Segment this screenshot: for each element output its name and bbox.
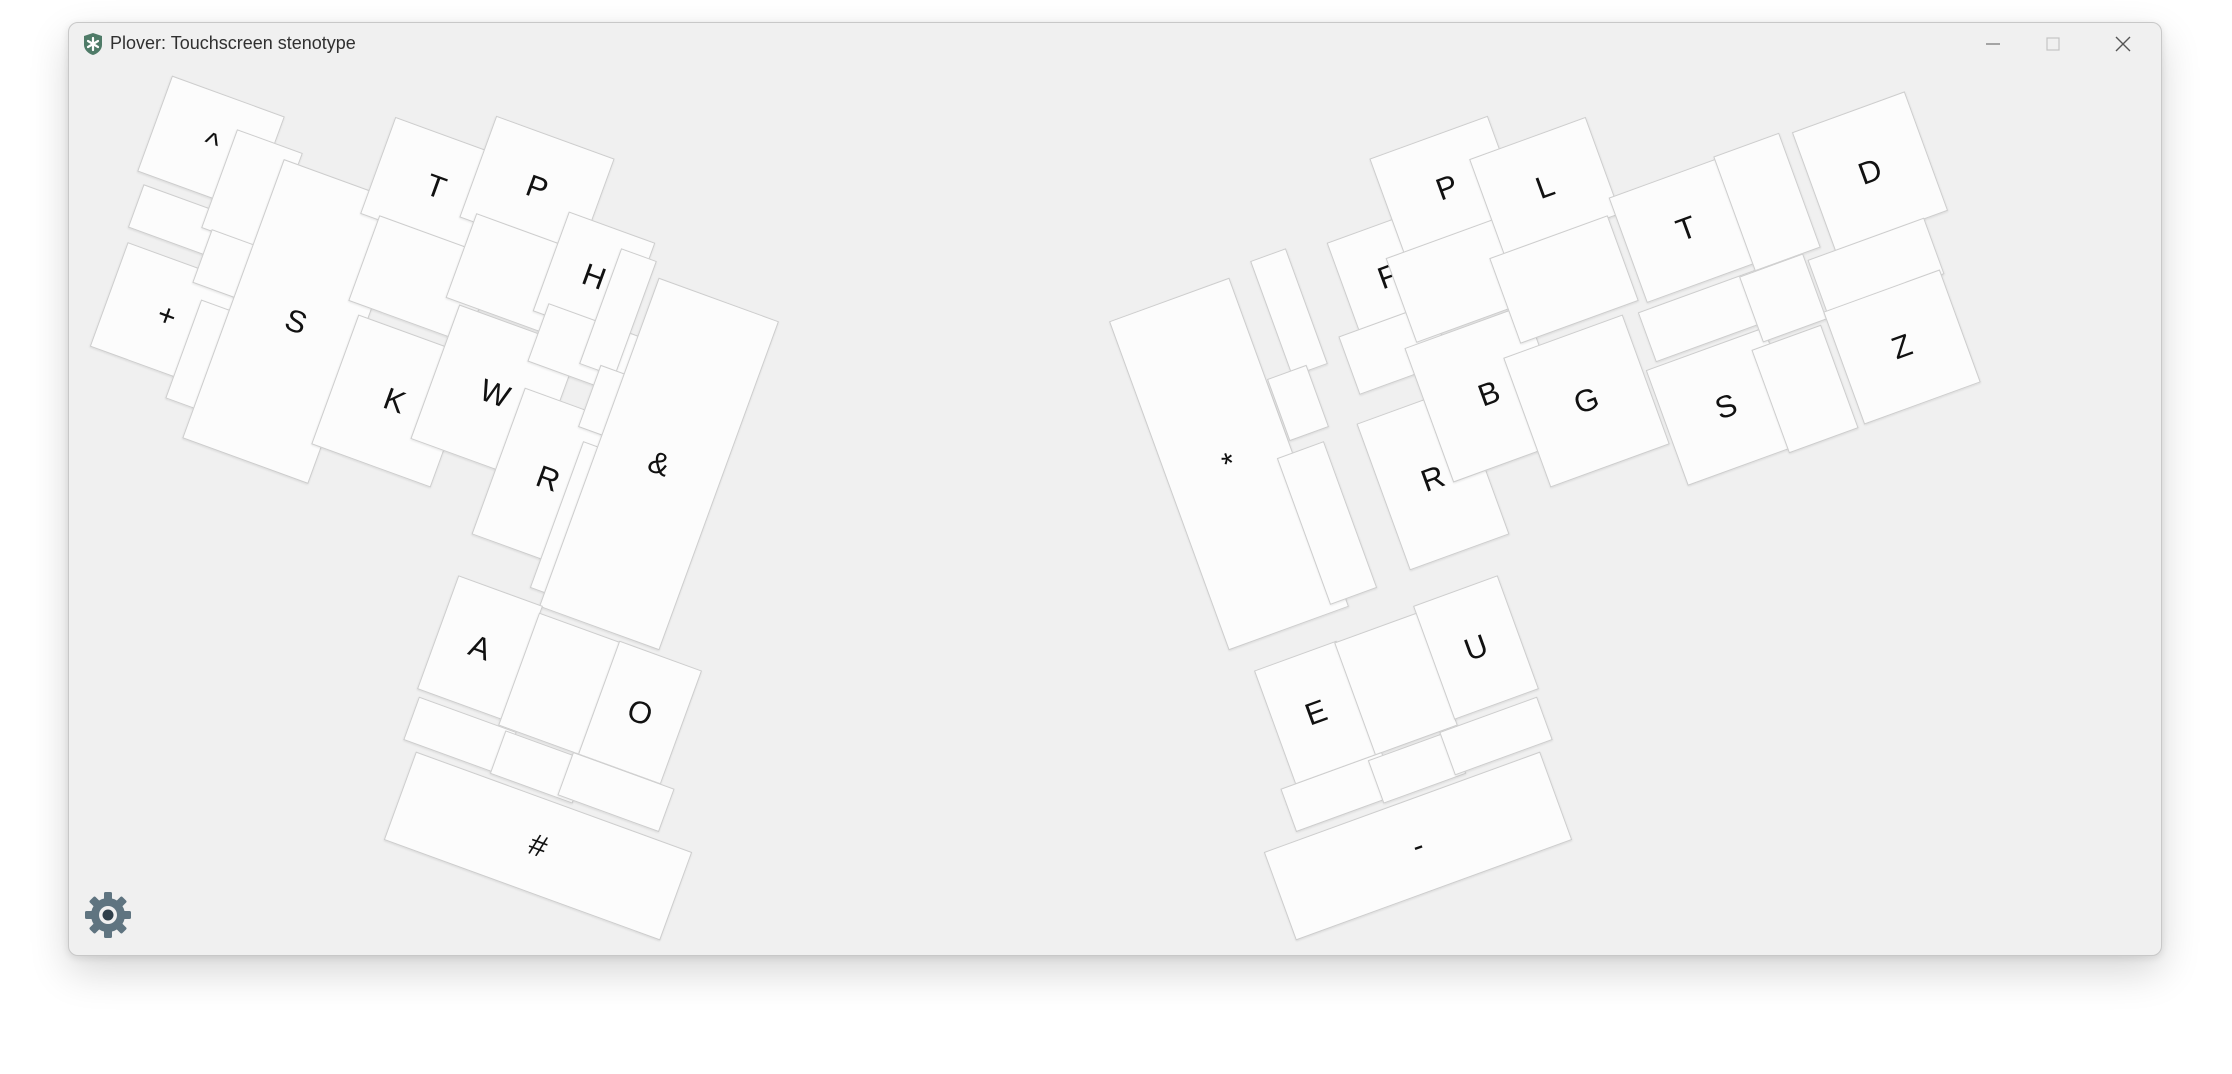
title-bar[interactable]: Plover: Touchscreen stenotype — [69, 23, 2161, 65]
close-icon — [2115, 36, 2131, 52]
maximize-button[interactable] — [2018, 23, 2088, 65]
window-title: Plover: Touchscreen stenotype — [110, 33, 356, 53]
plover-star-icon — [84, 33, 102, 55]
plover-window: Plover: Touchscreen stenotype ^ + S T K … — [68, 22, 2162, 956]
maximize-icon — [2046, 37, 2060, 51]
key-right-narrow-top[interactable] — [1250, 248, 1328, 377]
gear-icon[interactable] — [84, 891, 132, 939]
minimize-icon — [1986, 43, 2000, 45]
close-button[interactable] — [2088, 23, 2158, 65]
